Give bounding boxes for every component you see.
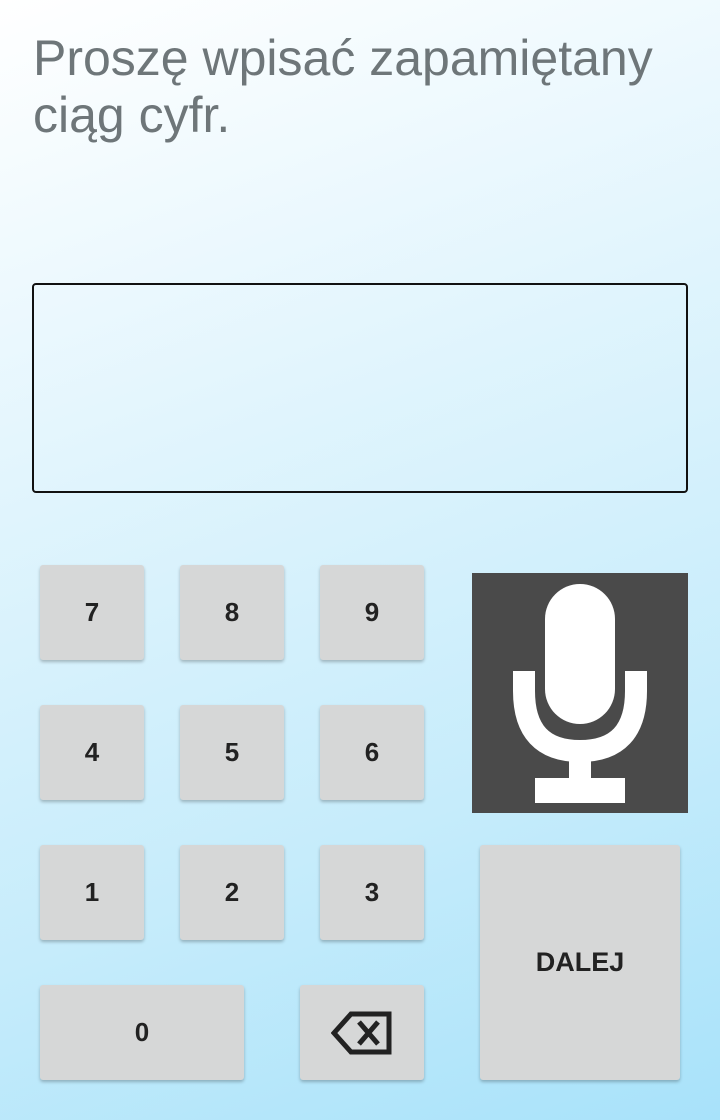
keypad-button-2[interactable]: 2 xyxy=(180,845,284,940)
keypad-button-3[interactable]: 3 xyxy=(320,845,424,940)
next-button-label: DALEJ xyxy=(535,947,625,977)
keypad-button-4[interactable]: 4 xyxy=(40,705,144,800)
keypad-label-5: 5 xyxy=(224,737,240,767)
instruction-text: Proszę wpisać zapamiętany ciąg cyfr. xyxy=(33,30,653,143)
keypad-button-0[interactable]: 0 xyxy=(40,985,244,1080)
keypad-label-8: 8 xyxy=(224,597,240,627)
keypad-button-9[interactable]: 9 xyxy=(320,565,424,660)
keypad-label-7: 7 xyxy=(84,597,100,627)
keypad-button-5[interactable]: 5 xyxy=(180,705,284,800)
voice-input-button[interactable] xyxy=(472,573,688,813)
keypad-label-0: 0 xyxy=(134,1017,150,1047)
keypad-button-6[interactable]: 6 xyxy=(320,705,424,800)
keypad-button-8[interactable]: 8 xyxy=(180,565,284,660)
keypad-label-6: 6 xyxy=(364,737,380,767)
keypad-label-2: 2 xyxy=(224,877,240,907)
backspace-button[interactable] xyxy=(300,985,424,1080)
keypad-button-1[interactable]: 1 xyxy=(40,845,144,940)
keypad-label-1: 1 xyxy=(84,877,100,907)
keypad-label-4: 4 xyxy=(84,737,100,767)
keypad-label-9: 9 xyxy=(364,597,380,627)
backspace-icon xyxy=(331,1011,393,1055)
keypad-label-3: 3 xyxy=(364,877,380,907)
keypad-button-7[interactable]: 7 xyxy=(40,565,144,660)
next-button[interactable]: DALEJ xyxy=(480,845,680,1080)
microphone-icon xyxy=(472,573,688,813)
digit-answer-field[interactable] xyxy=(32,283,688,493)
